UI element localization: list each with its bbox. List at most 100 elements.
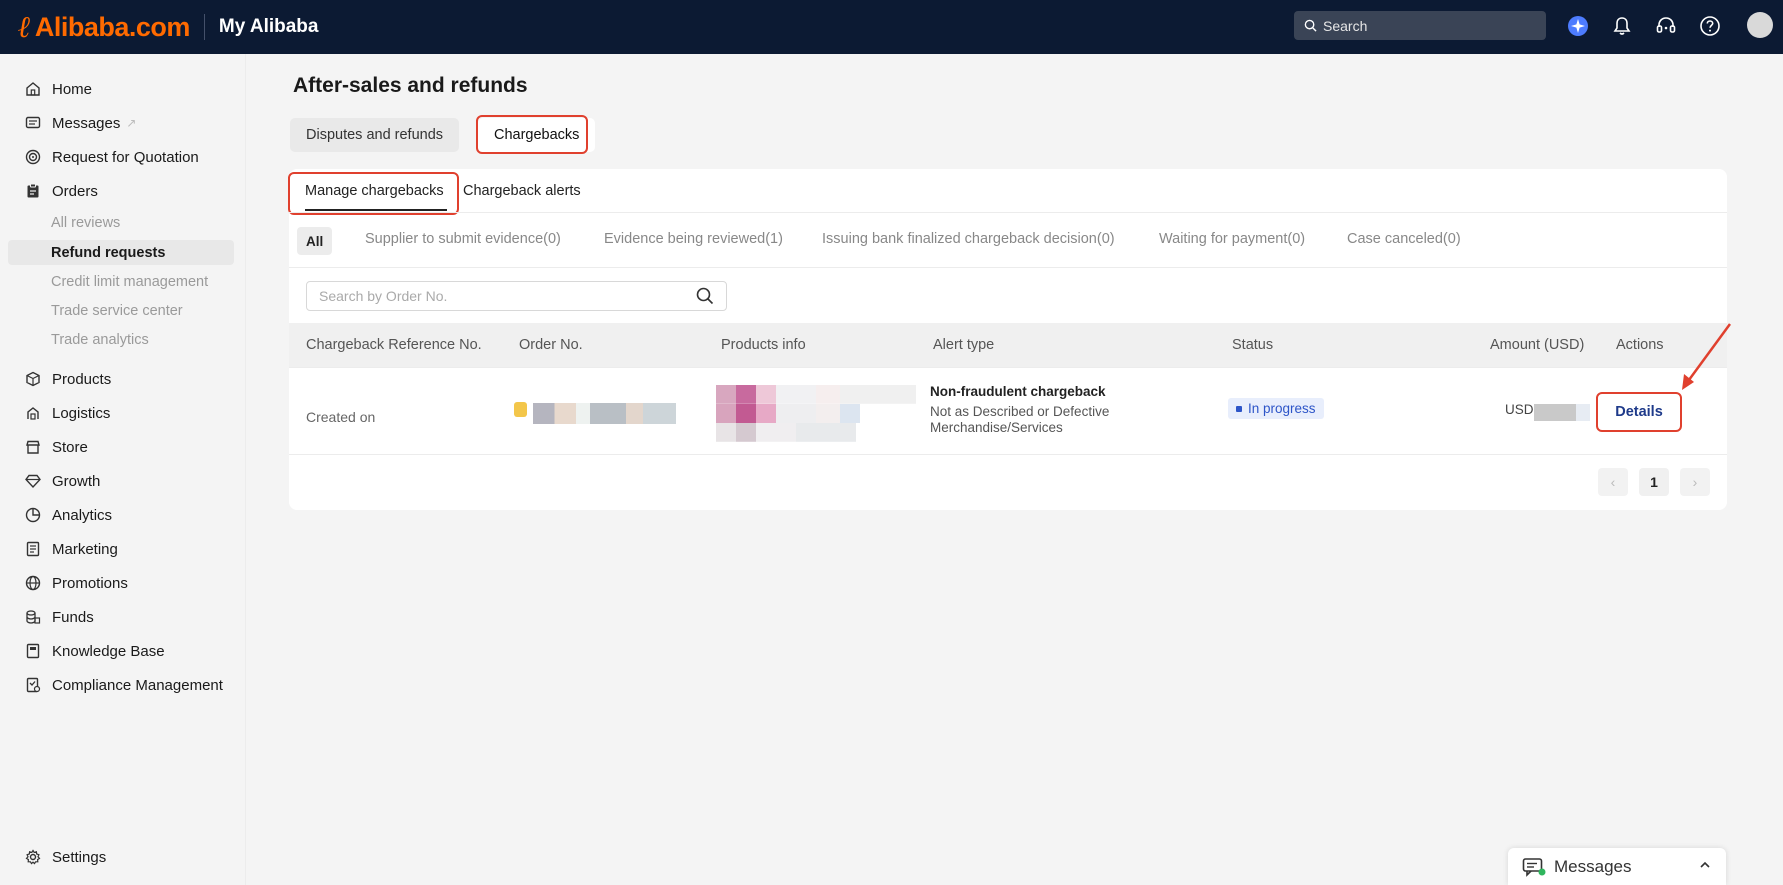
filter-evidence-reviewed[interactable]: Evidence being reviewed(1) — [604, 231, 783, 247]
amount-prefix: USD — [1505, 402, 1534, 417]
sidebar-item-logistics[interactable]: Logistics — [24, 402, 110, 424]
search-icon[interactable] — [696, 287, 714, 305]
column-header-reference: Chargeback Reference No. — [306, 337, 482, 353]
order-search[interactable] — [306, 281, 727, 311]
logo-text: Alibaba.com — [34, 11, 191, 42]
target-icon — [24, 148, 42, 166]
filter-all[interactable]: All — [297, 227, 333, 255]
bell-icon[interactable] — [1610, 14, 1634, 38]
sidebar-item-analytics[interactable]: Analytics — [24, 504, 112, 526]
created-on-label: Created on — [306, 409, 376, 425]
sidebar-item-label: Messages — [52, 114, 121, 132]
messages-widget[interactable]: Messages — [1508, 848, 1726, 885]
status-dot-icon — [1236, 405, 1242, 412]
sidebar-item-label: Store — [52, 438, 88, 456]
order-badge-icon — [514, 402, 527, 417]
help-icon[interactable] — [1698, 14, 1722, 38]
ai-assistant-icon[interactable] — [1566, 14, 1590, 38]
sidebar-item-label: Knowledge Base — [52, 642, 165, 660]
message-icon — [24, 114, 42, 132]
sidebar-item-knowledge-base[interactable]: Knowledge Base — [24, 640, 165, 662]
chevron-up-icon[interactable] — [1698, 858, 1712, 872]
headset-icon[interactable] — [1654, 14, 1678, 38]
cube-icon — [24, 370, 42, 388]
details-button[interactable]: Details — [1596, 392, 1682, 432]
subtab-chargeback-alerts[interactable]: Chargeback alerts — [463, 183, 581, 199]
alert-type-description: Not as Described or Defective Merchandis… — [930, 404, 1110, 435]
store-icon — [24, 438, 42, 456]
column-header-products-info: Products info — [721, 337, 806, 353]
document-icon — [24, 540, 42, 558]
column-header-alert-type: Alert type — [933, 337, 995, 353]
sidebar-item-label: Request for Quotation — [52, 148, 199, 166]
sidebar: Home Messages ↗ Request for Quotation Or… — [0, 54, 246, 885]
redacted-order-number[interactable] — [533, 403, 676, 424]
sidebar-item-promotions[interactable]: Promotions — [24, 572, 128, 594]
column-header-status: Status — [1232, 337, 1274, 353]
external-link-icon: ↗ — [126, 116, 137, 130]
column-header-amount: Amount (USD) — [1490, 337, 1585, 353]
sidebar-item-messages[interactable]: Messages ↗ — [24, 112, 136, 134]
status-text: In progress — [1248, 401, 1316, 416]
alibaba-logo-icon: ℓ — [18, 9, 31, 45]
brand-subtitle[interactable]: My Alibaba — [219, 16, 319, 38]
pagination-prev-button[interactable]: ‹ — [1598, 468, 1628, 496]
sidebar-item-settings[interactable]: Settings — [24, 846, 106, 868]
filter-case-canceled[interactable]: Case canceled(0) — [1347, 231, 1461, 247]
gear-icon — [24, 848, 42, 866]
sidebar-item-orders[interactable]: Orders — [24, 180, 98, 202]
alert-type-title: Non-fraudulent chargeback — [930, 384, 1106, 399]
top-bar: ℓ Alibaba.com My Alibaba — [0, 0, 1783, 54]
divider — [289, 212, 1727, 213]
chat-icon — [1522, 857, 1546, 877]
sidebar-item-home[interactable]: Home — [24, 78, 92, 100]
avatar[interactable] — [1747, 12, 1773, 38]
global-search[interactable] — [1294, 11, 1546, 40]
header-divider — [203, 14, 205, 40]
clipboard-icon — [24, 182, 42, 200]
column-header-order-no: Order No. — [519, 337, 583, 353]
sidebar-subitem-trade-analytics[interactable]: Trade analytics — [51, 332, 149, 348]
sidebar-item-label: Funds — [52, 608, 94, 626]
sidebar-subitem-trade-service[interactable]: Trade service center — [51, 303, 183, 319]
sidebar-item-store[interactable]: Store — [24, 436, 88, 458]
product-thumbnail[interactable] — [716, 385, 916, 442]
messages-widget-label: Messages — [1554, 856, 1632, 876]
checklist-icon — [24, 676, 42, 694]
sidebar-item-label: Analytics — [52, 506, 113, 524]
sidebar-subitem-credit-limit[interactable]: Credit limit management — [51, 274, 208, 290]
sidebar-subitem-all-reviews[interactable]: All reviews — [51, 215, 120, 231]
redacted-amount — [1534, 404, 1590, 421]
divider — [289, 367, 1727, 368]
annotation-arrow-icon — [1682, 323, 1732, 390]
order-search-input[interactable] — [319, 288, 696, 304]
tab-disputes-and-refunds[interactable]: Disputes and refunds — [290, 118, 460, 152]
diamond-icon — [24, 472, 42, 490]
filter-waiting-payment[interactable]: Waiting for payment(0) — [1159, 231, 1305, 247]
pagination-page-1[interactable]: 1 — [1639, 468, 1669, 496]
sidebar-subitem-refund-requests[interactable]: Refund requests — [8, 240, 234, 265]
sidebar-item-label: Marketing — [52, 540, 118, 558]
sidebar-item-label: Growth — [52, 472, 101, 490]
sidebar-item-marketing[interactable]: Marketing — [24, 538, 118, 560]
sidebar-item-products[interactable]: Products — [24, 368, 111, 390]
book-icon — [24, 642, 42, 660]
filter-supplier-submit-evidence[interactable]: Supplier to submit evidence(0) — [365, 231, 561, 247]
sidebar-item-growth[interactable]: Growth — [24, 470, 100, 492]
page-title: After-sales and refunds — [293, 74, 528, 97]
divider — [289, 454, 1727, 455]
global-search-input[interactable] — [1323, 17, 1523, 34]
filter-bank-finalized[interactable]: Issuing bank finalized chargeback decisi… — [822, 231, 1115, 247]
sidebar-item-funds[interactable]: Funds — [24, 606, 94, 628]
pagination-next-button[interactable]: › — [1680, 468, 1710, 496]
sidebar-item-label: Logistics — [52, 404, 111, 422]
sidebar-item-rfq[interactable]: Request for Quotation — [24, 146, 199, 168]
sidebar-item-compliance[interactable]: Compliance Management — [24, 674, 223, 696]
sidebar-item-label: Promotions — [52, 574, 128, 592]
alibaba-logo[interactable]: ℓ Alibaba.com — [18, 10, 190, 45]
highlight-box-chargebacks-tab — [476, 115, 588, 154]
sidebar-item-label: Compliance Management — [52, 676, 223, 694]
sidebar-item-label: Orders — [52, 182, 98, 200]
sidebar-item-label: Products — [52, 370, 112, 388]
coins-icon — [24, 608, 42, 626]
